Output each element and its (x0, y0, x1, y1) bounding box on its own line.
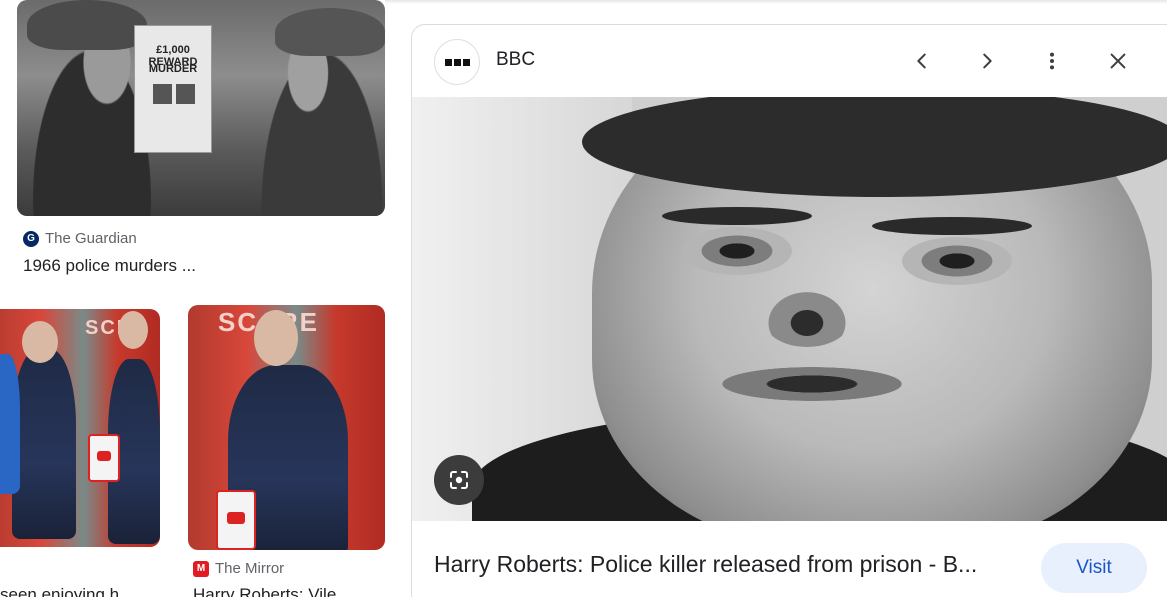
result-caption-second[interactable]: seen enjoying h... (0, 585, 160, 597)
image-preview-panel: BBC Harry Roberts: Police killer release… (411, 24, 1167, 597)
result-caption-guardian[interactable]: 1966 police murders ... (23, 256, 383, 276)
preview-header: BBC (412, 25, 1167, 97)
reward-poster: £1,000 REWARD MURDER (134, 25, 212, 153)
visual-search-button[interactable] (434, 455, 484, 505)
visit-button[interactable]: Visit (1041, 543, 1147, 593)
more-vert-icon (1049, 52, 1055, 70)
lens-icon (450, 471, 468, 489)
result-image-mirror[interactable]: SCARE (188, 305, 385, 550)
result-title[interactable]: Harry Roberts: Police killer released fr… (434, 551, 1014, 578)
preview-image[interactable] (412, 97, 1167, 521)
result-source-mirror[interactable]: M The Mirror (193, 560, 284, 577)
shopping-bag (216, 490, 256, 550)
guardian-photo: £1,000 REWARD MURDER (17, 0, 385, 216)
eye-left (682, 227, 792, 275)
next-button[interactable] (969, 43, 1005, 79)
chevron-left-icon (917, 53, 926, 69)
guardian-logo-icon: G (23, 230, 39, 247)
person-head (22, 321, 58, 363)
eyebrow-left (662, 207, 812, 225)
result-caption-mirror[interactable]: Harry Roberts: Vile ... (193, 585, 383, 597)
poster-murder-text: MURDER (148, 63, 198, 75)
person-head (118, 311, 148, 349)
close-button[interactable] (1100, 43, 1136, 79)
result-image-guardian[interactable]: £1,000 REWARD MURDER (17, 0, 385, 216)
site-name[interactable]: BBC (496, 49, 535, 71)
mirror-logo-icon: M (193, 560, 209, 577)
person-figure (0, 354, 20, 494)
eyebrow-right (872, 217, 1032, 235)
cap-left (27, 0, 147, 50)
person-head (254, 310, 298, 366)
more-options-button[interactable] (1034, 43, 1070, 79)
eye-right (902, 237, 1012, 285)
chevron-right-icon (983, 53, 992, 69)
poster-photos (153, 84, 195, 104)
cap-right (275, 8, 385, 56)
mirror-photo: SCARE (188, 305, 385, 550)
street-photo: SCRE (0, 309, 160, 547)
result-image-second[interactable]: SCRE (0, 309, 160, 547)
divider (385, 0, 1167, 4)
bbc-logo-icon[interactable] (434, 39, 480, 85)
person-figure (12, 349, 76, 539)
source-name: The Guardian (45, 230, 137, 247)
shopping-bag (88, 434, 120, 482)
preview-footer: Harry Roberts: Police killer released fr… (412, 521, 1167, 597)
image-search-page: £1,000 REWARD MURDER G The Guardian 1966… (0, 0, 1167, 597)
mouth (722, 367, 902, 401)
close-icon (1110, 53, 1126, 69)
result-source-guardian[interactable]: G The Guardian (23, 230, 137, 247)
source-name: The Mirror (215, 560, 285, 577)
nose (762, 287, 852, 347)
previous-button[interactable] (904, 43, 940, 79)
